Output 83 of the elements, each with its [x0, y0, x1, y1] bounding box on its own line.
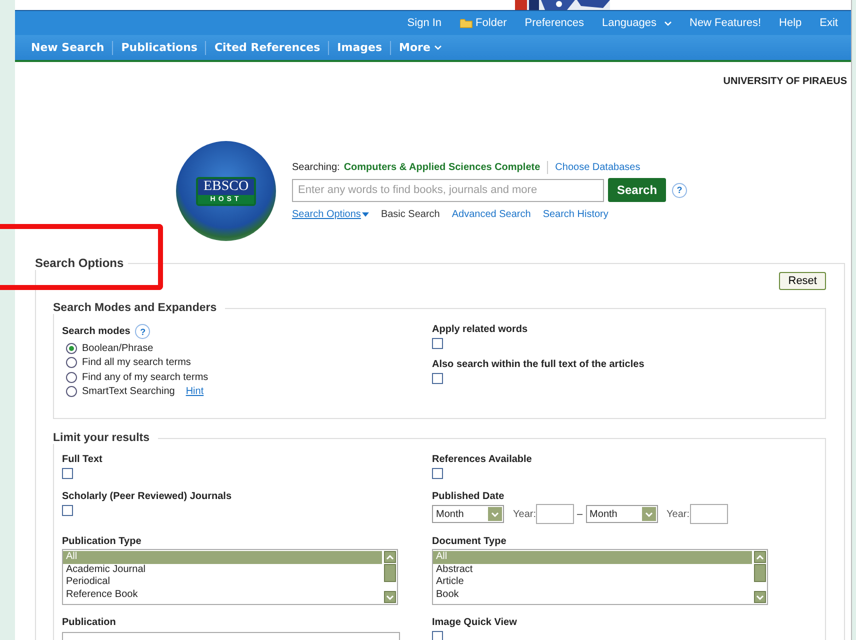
toolbar-link[interactable]: Exit [810, 17, 847, 29]
section-title: Limit your results [53, 432, 150, 444]
help-icon[interactable]: ? [672, 182, 688, 198]
radio-button[interactable] [66, 357, 77, 368]
list-option[interactable]: All [63, 551, 382, 564]
nav-tab[interactable]: Images [329, 41, 390, 54]
toolbar-link[interactable]: Languages [593, 17, 680, 29]
toolbar-link[interactable]: Preferences [516, 17, 594, 29]
toolbar-link[interactable]: Folder [450, 17, 516, 29]
checkbox[interactable] [432, 631, 443, 640]
radio-label: Find all my search terms [82, 357, 191, 368]
search-button[interactable]: Search [608, 178, 666, 202]
list-option[interactable]: Periodical [63, 576, 382, 588]
scrollbar[interactable] [752, 550, 767, 604]
toolbar-link[interactable]: New Features! [680, 17, 770, 29]
search-field[interactable]: Enter any words to find books, journals and more [292, 178, 604, 202]
section-title: Search Options [35, 256, 125, 270]
field-label: References Available [432, 454, 533, 465]
list-option[interactable]: Abstract [433, 564, 752, 576]
section-title: Search Modes and Expanders [53, 302, 218, 314]
field-label: Apply related words [432, 324, 529, 335]
radio-label: Boolean/Phrase [82, 342, 154, 354]
field-label: Scholarly (Peer Reviewed) Journals [62, 491, 233, 502]
checkbox[interactable] [432, 373, 443, 384]
checkbox[interactable] [62, 505, 73, 516]
toolbar-link[interactable]: Sign In [398, 17, 451, 29]
month-dropdown[interactable]: Month [586, 505, 658, 523]
year-field[interactable] [536, 504, 574, 524]
hint-link[interactable]: Hint [186, 386, 204, 398]
list-option[interactable]: Reference Book [63, 588, 382, 601]
field-label: Published Date [432, 491, 506, 502]
field-label: Publication [62, 617, 117, 628]
nav-tab[interactable]: More [391, 41, 450, 54]
chevron-icon[interactable] [386, 594, 394, 600]
searching-label: Searching: [292, 162, 340, 173]
radio-button[interactable] [66, 342, 77, 354]
radio-button[interactable] [66, 372, 77, 383]
chevron-up-icon[interactable] [756, 554, 764, 560]
search-mode-link[interactable]: Advanced Search [452, 209, 531, 220]
list-option[interactable]: Article [433, 576, 752, 588]
caret-icon [362, 212, 369, 217]
chevron-up-icon[interactable] [386, 554, 394, 560]
field-label: Image Quick View [432, 617, 518, 628]
radio-label: SmartText Searching [82, 386, 175, 398]
database-name: Computers & Applied Sciences Complete [344, 162, 540, 173]
list-box[interactable]: All Academic Journal Periodical Reference Book [62, 549, 398, 605]
field-label: Search modes [62, 326, 130, 337]
folder-icon [460, 18, 473, 28]
toolbar-link[interactable]: Help [770, 17, 811, 29]
list-option[interactable]: Book [433, 588, 752, 601]
checkbox[interactable] [432, 468, 443, 479]
nav-tab[interactable]: New Search [23, 41, 112, 54]
list-box[interactable]: All Abstract Article Book [432, 549, 768, 605]
choose-databases-link[interactable]: Choose Databases [555, 162, 640, 173]
chevron-icon [664, 20, 672, 26]
reset-button[interactable]: Reset [779, 272, 826, 290]
field-label: Full Text [62, 454, 104, 465]
field-label: Also search within the full text of the articles [432, 359, 646, 370]
chevron-icon[interactable] [756, 594, 764, 600]
checkbox[interactable] [62, 468, 73, 479]
field-label: Year: [666, 508, 690, 520]
field-label: Document Type [432, 536, 508, 547]
list-option[interactable]: Academic Journal [63, 564, 382, 576]
search-mode-tab[interactable]: Basic Search [380, 209, 440, 220]
nav-tab[interactable]: Publications [113, 41, 206, 54]
radio-button[interactable] [66, 386, 77, 398]
chevron-icon [642, 507, 656, 521]
chevron-icon [488, 507, 502, 521]
chevron-icon [434, 45, 442, 50]
search-mode-link[interactable]: Search History [542, 209, 608, 220]
scrollbar[interactable] [382, 550, 397, 604]
field-label: Year: [513, 508, 536, 520]
field-label: Publication Type [62, 536, 142, 547]
checkbox[interactable] [432, 338, 443, 349]
institution-name: UNIVERSITY OF PIRAEUS [722, 75, 848, 89]
help-icon[interactable]: ? [135, 324, 150, 339]
year-field[interactable] [690, 504, 728, 524]
month-dropdown[interactable]: Month [432, 505, 504, 523]
radio-label: Find any of my search terms [82, 372, 208, 383]
nav-tab[interactable]: Cited References [206, 41, 328, 54]
search-options-link[interactable]: Search Options [292, 209, 369, 220]
range-dash: – [576, 508, 583, 520]
list-option[interactable]: All [433, 551, 752, 564]
